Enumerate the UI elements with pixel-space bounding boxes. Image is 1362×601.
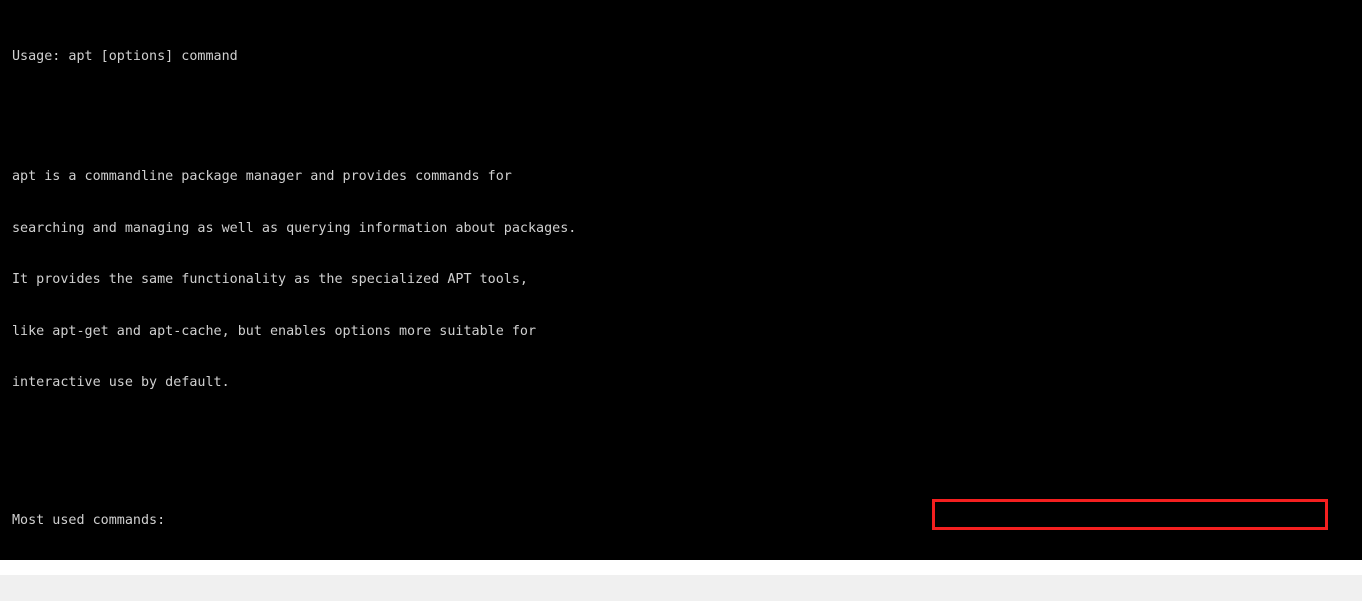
description-line-3: It provides the same functionality as th… — [12, 272, 528, 288]
description-line-2: searching and managing as well as queryi… — [12, 220, 577, 236]
usage-line: Usage: apt [options] command — [12, 48, 238, 64]
terminal-window[interactable]: Usage: apt [options] command apt is a co… — [0, 0, 1362, 560]
window-gap — [0, 560, 1362, 575]
bottom-status-bar — [0, 575, 1362, 601]
description-line-5: interactive use by default. — [12, 375, 230, 391]
description-line-1: apt is a commandline package manager and… — [12, 169, 512, 184]
terminal-content: Usage: apt [options] command apt is a co… — [12, 0, 633, 560]
screen-root: Usage: apt [options] command apt is a co… — [0, 0, 1362, 601]
spacer-line-2 — [12, 443, 633, 460]
commands-heading: Most used commands: — [12, 512, 166, 528]
description-line-4: like apt-get and apt-cache, but enables … — [12, 323, 537, 339]
